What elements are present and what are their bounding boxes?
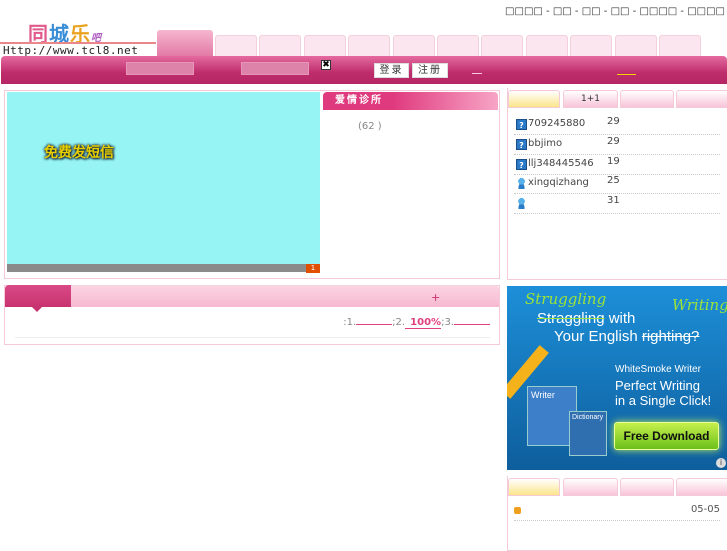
top-link[interactable]: □□□□ xyxy=(505,6,543,17)
nav-tab[interactable] xyxy=(157,30,213,56)
close-icon[interactable]: ✖ xyxy=(321,60,331,70)
ad-handwritten-1: Struggling xyxy=(525,290,607,308)
love-clinic-count: (62 ) xyxy=(358,121,382,132)
ranking-count: 19 xyxy=(607,155,620,167)
top-link[interactable]: □□ xyxy=(582,6,601,17)
top-link[interactable]: □□ xyxy=(553,6,572,17)
news-tab[interactable] xyxy=(508,478,560,496)
user-icon xyxy=(516,178,527,190)
add-button[interactable]: + xyxy=(431,291,440,304)
password-input[interactable] xyxy=(241,62,309,75)
ranking-row[interactable]: ? 709245880 29 xyxy=(514,116,720,135)
love-clinic-header: 爱情诊所 xyxy=(323,92,498,110)
ranking-tab[interactable] xyxy=(620,90,674,108)
info-icon[interactable]: i xyxy=(716,458,726,468)
user-icon xyxy=(516,198,527,210)
vote-option-2[interactable]: 100% xyxy=(405,317,442,329)
login-button[interactable]: 登录 xyxy=(374,63,409,78)
news-item[interactable]: 05-05 xyxy=(514,502,720,521)
nav-tab[interactable] xyxy=(303,35,346,56)
ranking-count: 31 xyxy=(607,195,620,207)
register-button[interactable]: 注册 xyxy=(412,63,448,78)
username-input[interactable] xyxy=(126,62,194,75)
nav-tab[interactable] xyxy=(481,35,524,56)
ranking-count: 29 xyxy=(607,116,620,127)
ad-line2: Your English righting? xyxy=(554,328,700,345)
nav-tab[interactable] xyxy=(259,35,302,56)
flash-page-button[interactable]: 1 xyxy=(306,264,320,273)
ranking-row[interactable]: ? bbjimo 29 xyxy=(514,136,720,155)
bar-link[interactable] xyxy=(472,73,482,74)
nav-tab[interactable] xyxy=(215,35,257,56)
question-icon: ? xyxy=(516,119,527,130)
dictionary-box: Dictionary xyxy=(569,411,607,456)
top-link[interactable]: □□ xyxy=(611,6,630,17)
flash-banner[interactable] xyxy=(7,92,320,272)
bar-link-highlight[interactable] xyxy=(617,74,636,75)
ranking-row[interactable]: 31 xyxy=(514,195,720,215)
vote-option-3[interactable] xyxy=(454,324,490,325)
login-bar xyxy=(1,56,727,84)
ad-brand: WhiteSmoke Writer xyxy=(615,364,701,375)
top-link[interactable]: □□□□ xyxy=(687,6,725,17)
ranking-count: 25 xyxy=(607,175,620,187)
nav-tab[interactable] xyxy=(437,35,479,56)
nav-tab[interactable] xyxy=(525,35,568,56)
ranking-row[interactable]: ? llj348445546 19 xyxy=(514,156,720,175)
news-date: 05-05 xyxy=(690,504,720,515)
ranking-name[interactable]: llj348445546 xyxy=(528,158,594,169)
whitesmoke-ad[interactable]: Struggling Writing Straggling with Your … xyxy=(507,286,727,470)
nav-tab[interactable] xyxy=(348,35,391,56)
nav-tab[interactable] xyxy=(614,35,657,56)
divider xyxy=(15,337,490,338)
tab-arrow-icon xyxy=(32,307,42,317)
flash-nav-bar xyxy=(7,264,306,272)
ad-tagline: Perfect Writing in a Single Click! xyxy=(615,378,712,408)
vote-tab-active[interactable] xyxy=(5,285,71,307)
question-icon: ? xyxy=(516,138,527,150)
free-download-button[interactable]: Free Download xyxy=(614,422,719,450)
ad-handwritten-2: Writing xyxy=(672,296,727,314)
vote-option-1[interactable] xyxy=(356,324,393,325)
nav-tab[interactable] xyxy=(570,35,613,56)
top-links: □□□□ - □□ - □□ - □□ - □□□□ - □□□□ xyxy=(505,6,725,17)
bullet-icon xyxy=(514,507,521,514)
nav-tab[interactable] xyxy=(392,35,435,56)
news-tab[interactable] xyxy=(620,478,674,496)
ad-line1: Straggling with xyxy=(537,310,636,327)
ranking-tab[interactable] xyxy=(508,90,560,108)
vote-header xyxy=(5,285,499,307)
flash-title[interactable]: 免费发短信 xyxy=(44,142,114,162)
nav-tab[interactable] xyxy=(659,35,701,56)
news-tab[interactable] xyxy=(563,478,618,496)
ranking-count: 29 xyxy=(607,135,620,147)
vote-results: :1. ;2. 100%;3. xyxy=(343,317,490,329)
ranking-name[interactable]: xingqizhang xyxy=(528,177,589,188)
ranking-row[interactable]: xingqizhang 25 xyxy=(514,175,720,195)
ranking-name[interactable]: 709245880 xyxy=(528,118,585,129)
news-tab[interactable] xyxy=(676,478,727,496)
question-icon: ? xyxy=(516,158,527,170)
ranking-tab[interactable]: 1+1 xyxy=(563,90,618,108)
ranking-tab[interactable] xyxy=(676,90,727,108)
ranking-name[interactable]: bbjimo xyxy=(528,138,562,149)
top-link[interactable]: □□□□ xyxy=(639,6,677,17)
